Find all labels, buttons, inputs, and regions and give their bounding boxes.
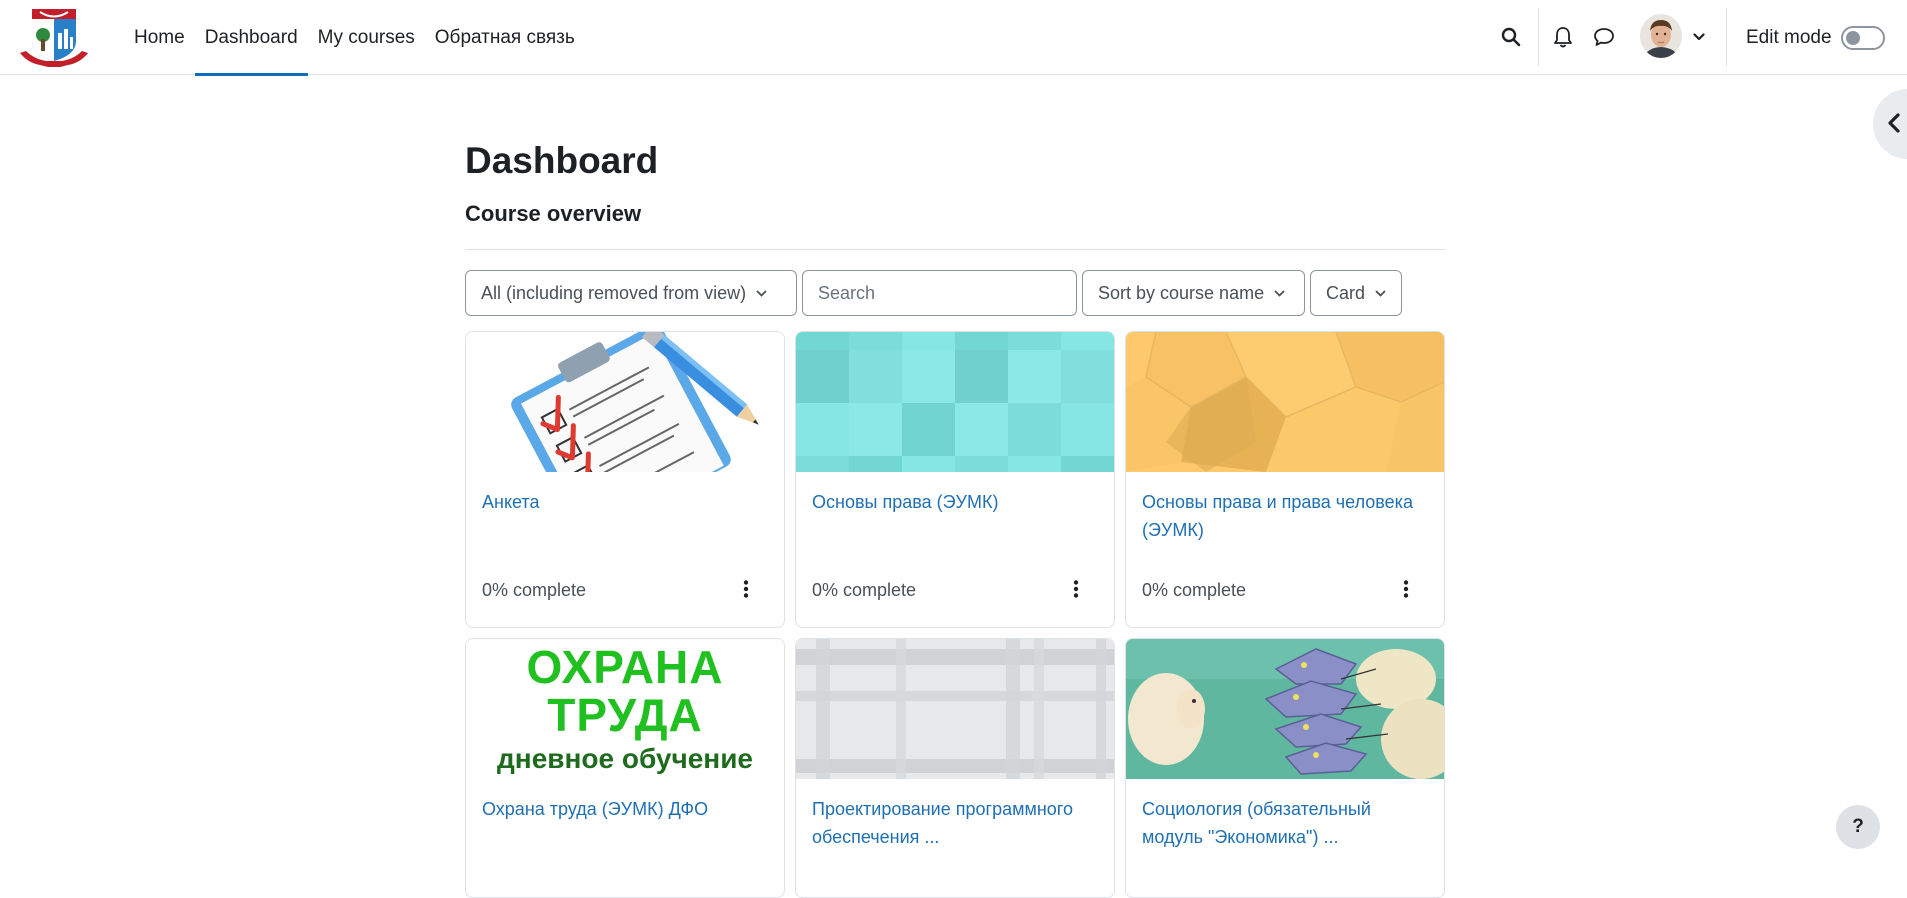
- course-title-link[interactable]: Охрана труда (ЭУМК) ДФО: [482, 795, 772, 823]
- course-search-input[interactable]: [802, 270, 1077, 316]
- course-overview-heading: Course overview: [465, 201, 642, 226]
- course-card: ОХРАНА ТРУДА дневное обучение Охрана тру…: [465, 638, 785, 898]
- view-mode-value: Card: [1326, 282, 1366, 303]
- course-actions-kebab-icon[interactable]: [738, 577, 754, 601]
- chevron-left-icon: [1888, 113, 1900, 133]
- course-actions-kebab-icon[interactable]: [1068, 577, 1084, 601]
- user-avatar[interactable]: [1640, 14, 1682, 58]
- search-icon[interactable]: [1494, 20, 1528, 54]
- primary-navigation: Home Dashboard My courses Обратная связь: [124, 0, 585, 76]
- image-text-line: дневное обучение: [497, 743, 753, 774]
- sort-dropdown[interactable]: Sort by course name: [1082, 270, 1305, 316]
- top-navbar: Home Dashboard My courses Обратная связь: [0, 0, 1907, 76]
- course-card: Основы права (ЭУМК) 0% complete: [795, 331, 1115, 628]
- nav-feedback[interactable]: Обратная связь: [425, 0, 585, 75]
- edit-mode-label: Edit mode: [1746, 26, 1832, 48]
- image-text-line: ТРУДА: [547, 689, 703, 741]
- course-progress-text: 0% complete: [812, 580, 917, 600]
- chevron-down-icon: [756, 289, 767, 297]
- course-card: Анкета 0% complete: [465, 331, 785, 628]
- nav-dashboard[interactable]: Dashboard: [194, 0, 308, 76]
- course-image-checklist[interactable]: [466, 332, 784, 472]
- sort-value: Sort by course name: [1098, 282, 1265, 303]
- help-button[interactable]: ?: [1836, 805, 1880, 849]
- course-image-labor-safety[interactable]: ОХРАНА ТРУДА дневное обучение: [466, 639, 784, 779]
- nav-home[interactable]: Home: [124, 0, 195, 75]
- course-title-link[interactable]: Основы права и права человека (ЭУМК): [1142, 488, 1432, 544]
- course-image-sheep-wolves[interactable]: [1126, 639, 1444, 779]
- course-title-link[interactable]: Основы права (ЭУМК): [812, 488, 1102, 516]
- course-title-link[interactable]: Проектирование программного обеспечения …: [812, 795, 1102, 851]
- user-menu-chevron-down-icon[interactable]: [1683, 20, 1715, 54]
- section-divider: [465, 249, 1446, 250]
- chevron-down-icon: [1274, 289, 1285, 297]
- grouping-filter-value: All (including removed from view): [481, 282, 747, 303]
- view-mode-dropdown[interactable]: Card: [1310, 270, 1402, 316]
- course-image-pattern[interactable]: [796, 332, 1114, 472]
- navbar-divider: [1538, 8, 1539, 66]
- image-text-line: ОХРАНА: [526, 641, 724, 693]
- course-card: Социология (обязательный модуль "Экономи…: [1125, 638, 1445, 898]
- grouping-filter-dropdown[interactable]: All (including removed from view): [465, 270, 797, 316]
- messages-chat-icon[interactable]: [1587, 20, 1621, 54]
- course-actions-kebab-icon[interactable]: [1398, 577, 1414, 601]
- course-title-link[interactable]: Социология (обязательный модуль "Экономи…: [1142, 795, 1432, 851]
- course-progress-text: 0% complete: [1142, 580, 1247, 600]
- page-title: Dashboard: [465, 140, 659, 181]
- open-block-drawer-button[interactable]: [1873, 89, 1907, 159]
- course-card: Проектирование программного обеспечения …: [795, 638, 1115, 898]
- navbar-divider: [1726, 8, 1727, 66]
- chevron-down-icon: [1375, 289, 1386, 297]
- edit-mode-toggle[interactable]: [1841, 26, 1885, 50]
- course-image-pattern[interactable]: [1126, 332, 1444, 472]
- course-card: Основы права и права человека (ЭУМК) 0% …: [1125, 331, 1445, 628]
- site-logo[interactable]: [18, 5, 90, 69]
- nav-my-courses[interactable]: My courses: [308, 0, 425, 75]
- course-image-pattern[interactable]: [796, 639, 1114, 779]
- course-progress-text: 0% complete: [482, 580, 587, 600]
- notifications-bell-icon[interactable]: [1546, 20, 1580, 54]
- course-title-link[interactable]: Анкета: [482, 488, 772, 516]
